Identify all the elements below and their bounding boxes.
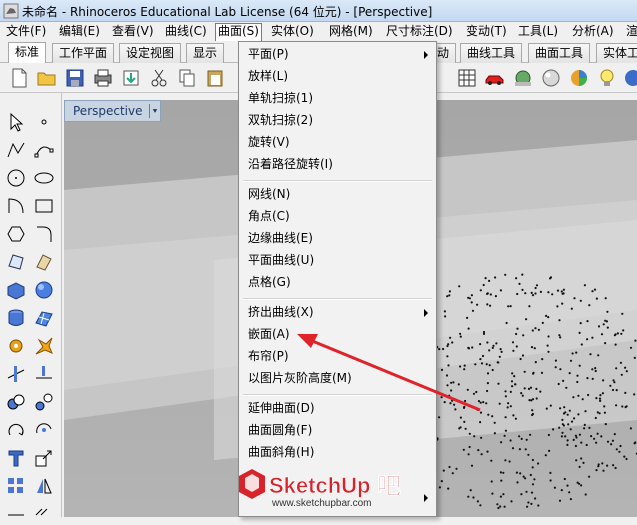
logo-graphic: SketchUp 吧 www.sketchupbar.com (239, 469, 401, 509)
annotation-arrow-line (304, 336, 481, 412)
sketchup-bar-watermark: SketchUp 吧 www.sketchupbar.com (236, 466, 404, 512)
logo-brand-suffix: 吧 (377, 472, 401, 500)
logo-brand-text: SketchUp (269, 473, 370, 498)
logo-url: www.sketchupbar.com (271, 498, 372, 509)
annotation-overlay (297, 334, 481, 412)
